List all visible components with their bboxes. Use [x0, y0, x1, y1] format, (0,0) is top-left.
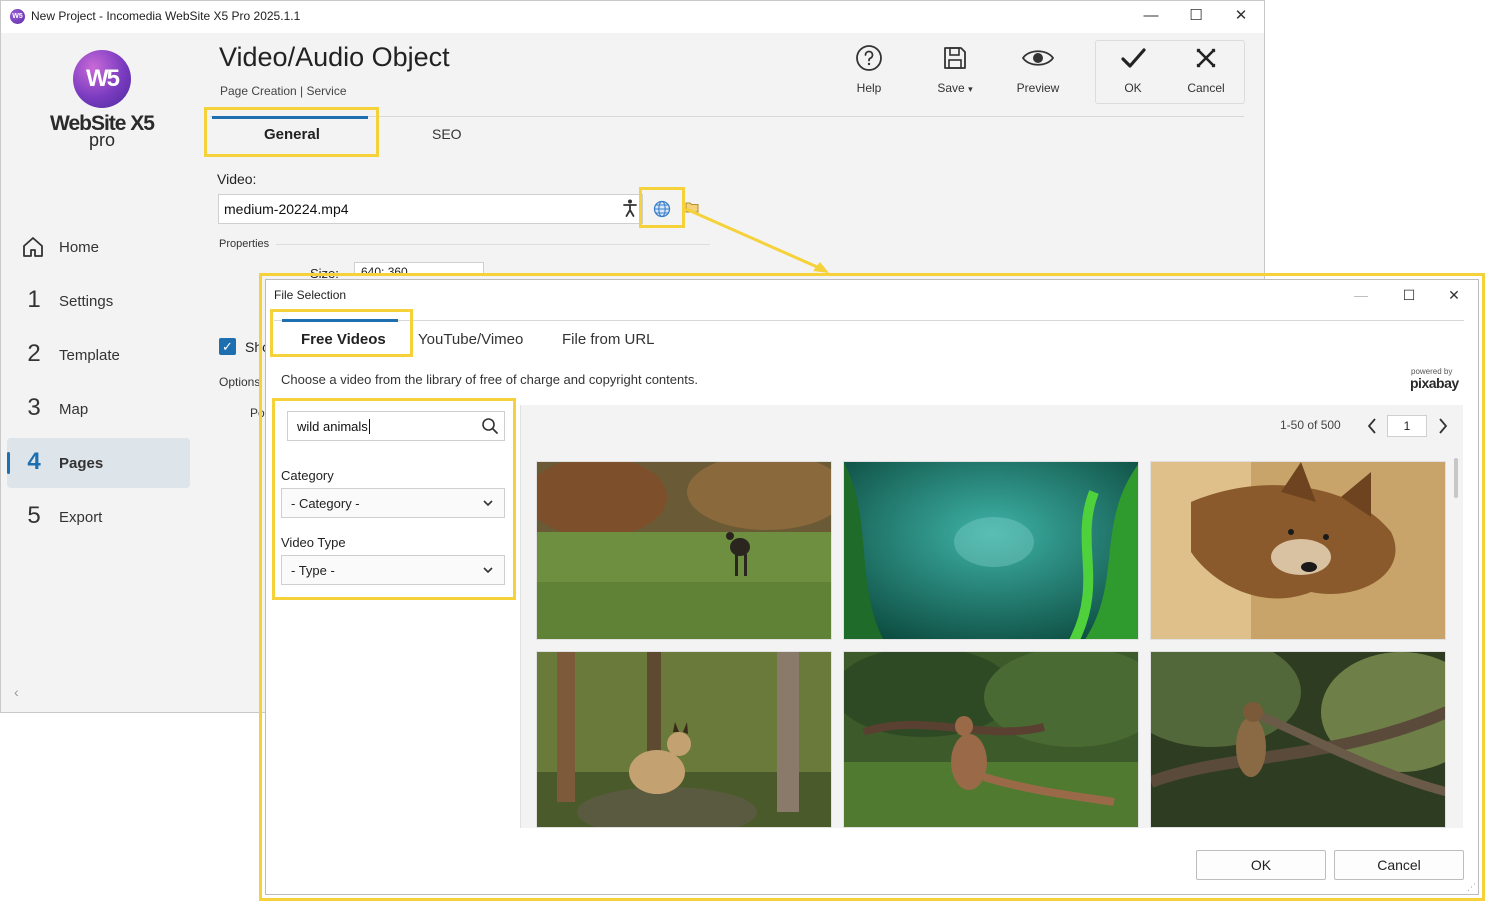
cancel-button[interactable]: Cancel [1171, 44, 1241, 95]
collapse-sidebar-button[interactable]: ‹ [14, 684, 19, 700]
sidebar-item-number: 1 [27, 286, 41, 313]
home-icon [23, 237, 43, 257]
options-label: Options [219, 375, 261, 389]
eye-icon [1021, 50, 1055, 66]
save-button[interactable]: Save ▾ [920, 44, 990, 95]
tab-seo[interactable]: SEO [432, 126, 462, 142]
accessibility-icon[interactable] [622, 199, 638, 217]
cancel-x-icon [1196, 48, 1216, 68]
show-checkbox[interactable]: ✓ [219, 338, 236, 355]
sidebar-item-number: 2 [27, 340, 41, 367]
sidebar-item-export[interactable]: 5 Export [7, 492, 190, 542]
page-title: Video/Audio Object [219, 42, 450, 72]
help-icon [856, 45, 882, 71]
title-bar: W5 New Project - Incomedia WebSite X5 Pr… [1, 1, 1264, 33]
sidebar-item-map[interactable]: 3 Map [7, 384, 190, 434]
help-label: Help [856, 81, 882, 95]
sidebar-item-label: Pages [59, 455, 104, 472]
ok-button[interactable]: OK [1098, 44, 1168, 95]
sidebar-item-template[interactable]: 2 Template [7, 330, 190, 380]
sidebar-item-pages[interactable]: 4 Pages [7, 438, 190, 488]
save-dropdown-arrow: ▾ [968, 84, 973, 94]
sidebar-item-label: Export [59, 509, 103, 526]
save-text: Save [937, 81, 965, 95]
sidebar-item-number: 3 [27, 394, 41, 421]
sidebar-nav: Home 1 Settings 2 Template 3 Map 4 Pages… [7, 222, 190, 546]
close-button[interactable]: ✕ [1221, 5, 1261, 27]
help-button[interactable]: Help [834, 44, 904, 95]
properties-label: Properties [219, 238, 270, 250]
sidebar-item-settings[interactable]: 1 Settings [7, 276, 190, 326]
cancel-label: Cancel [1187, 81, 1225, 95]
folder-icon[interactable] [685, 200, 699, 214]
tab-general[interactable]: General [264, 126, 320, 143]
logo-mark: W5 [73, 50, 131, 108]
app-icon: W5 [10, 9, 25, 24]
properties-divider [276, 244, 710, 245]
sidebar-item-number: 4 [27, 448, 41, 475]
globe-icon[interactable] [653, 200, 671, 218]
maximize-button[interactable]: ☐ [1176, 5, 1216, 27]
sidebar-item-label: Template [59, 347, 120, 364]
preview-label: Preview [1016, 81, 1060, 95]
sidebar-item-label: Home [59, 239, 100, 256]
preview-button[interactable]: Preview [1003, 44, 1073, 95]
checkmark-icon [1121, 48, 1146, 68]
ok-label: OK [1124, 81, 1142, 95]
video-file-input[interactable]: medium-20224.mp4 [218, 194, 643, 224]
sidebar-item-number: 5 [27, 502, 41, 529]
dialog-highlight [259, 273, 1485, 901]
window-title: New Project - Incomedia WebSite X5 Pro 2… [31, 9, 301, 23]
app-logo: W5 WebSite X5 pro [50, 50, 155, 151]
minimize-button[interactable]: — [1131, 5, 1171, 27]
sidebar-item-home[interactable]: Home [7, 222, 190, 272]
sidebar-item-label: Map [59, 401, 89, 418]
breadcrumb: Page Creation | Service [220, 84, 347, 98]
save-label: Save ▾ [920, 81, 990, 95]
save-icon [944, 47, 966, 69]
sidebar-item-label: Settings [59, 293, 114, 310]
video-label: Video: [217, 171, 257, 187]
